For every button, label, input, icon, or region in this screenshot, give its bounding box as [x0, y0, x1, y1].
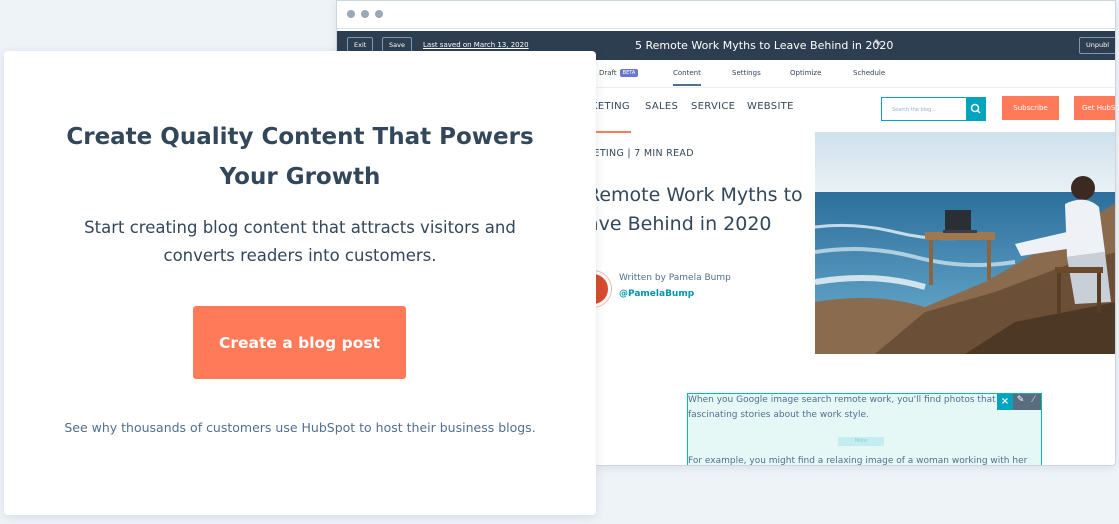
edit-icon[interactable]: ✎	[1014, 395, 1027, 409]
card-title: Create Quality Content That Powers Your …	[66, 124, 534, 190]
tab-draft[interactable]: Draft BETA	[599, 69, 639, 77]
post-title-display: 5 Remote Work Myths to Leave Behind in 2…	[635, 39, 894, 52]
rich-text-module[interactable]: When you Google image search remote work…	[687, 393, 1042, 466]
ocean-desk-illustration	[815, 132, 1115, 354]
window-titlebar	[337, 1, 1115, 29]
window-dot-icon	[347, 10, 355, 18]
module-tools: × ✎ ⁄	[997, 394, 1041, 410]
nav-item-service[interactable]: SERVICE	[691, 101, 735, 112]
tab-optimize[interactable]: Optimize	[790, 69, 821, 77]
text-line: When you Google image search remote work…	[688, 395, 996, 405]
card-footer-text: See why thousands of customers use HubSp…	[64, 420, 536, 435]
pencil-icon[interactable]: ✎	[874, 39, 882, 49]
blog-intro-card: Create Quality Content That Powers Your …	[4, 51, 596, 515]
unpublish-button[interactable]: Unpubl	[1079, 37, 1115, 54]
author-byline: Written by Pamela Bump	[619, 273, 731, 283]
window-dot-icon	[375, 10, 383, 18]
tab-content[interactable]: Content	[673, 69, 701, 86]
blog-search-input[interactable]: Search the blog...	[881, 97, 967, 121]
tab-draft-label: Draft	[599, 69, 617, 77]
post-meta: KETING | 7 MIN READ	[587, 148, 694, 159]
tab-schedule[interactable]: Schedule	[853, 69, 885, 77]
nav-item-website[interactable]: WEBSITE	[747, 101, 794, 112]
search-button[interactable]	[966, 97, 986, 121]
card-description: Start creating blog content that attract…	[84, 218, 516, 265]
author-handle-link[interactable]: @PamelaBump	[619, 289, 694, 299]
post-heading-line1: Remote Work Myths to	[587, 184, 803, 206]
post-hero-image	[815, 132, 1115, 354]
post-heading: Remote Work Myths to ave Behind in 2020	[587, 181, 827, 239]
more-separator[interactable]: More	[838, 437, 884, 446]
close-icon[interactable]: ×	[997, 394, 1013, 410]
drag-icon[interactable]: ⁄	[1027, 395, 1040, 409]
post-heading-line2: ave Behind in 2020	[587, 213, 772, 235]
text-line: fascinating stories about the work style…	[688, 410, 869, 420]
beta-badge: BETA	[619, 69, 639, 77]
subscribe-button[interactable]: Subscribe	[1002, 96, 1059, 120]
nav-item-marketing[interactable]: KETING	[591, 101, 630, 112]
create-blog-post-button[interactable]: Create a blog post	[193, 306, 406, 379]
get-hubspot-button[interactable]: Get HubSp	[1074, 96, 1115, 120]
nav-item-sales[interactable]: SALES	[645, 101, 678, 112]
window-dot-icon	[361, 10, 369, 18]
text-line: For example, you might find a relaxing i…	[688, 456, 1028, 466]
last-saved-link[interactable]: Last saved on March 13, 2020	[423, 41, 529, 49]
search-icon	[970, 103, 981, 114]
tab-settings[interactable]: Settings	[732, 69, 761, 77]
